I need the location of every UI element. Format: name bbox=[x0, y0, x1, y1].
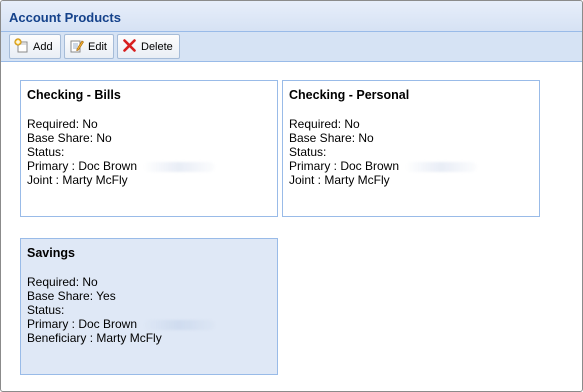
card-primary: Primary : Doc Brown bbox=[289, 159, 533, 173]
card-status: Status: bbox=[289, 145, 327, 159]
card-title: Savings bbox=[27, 246, 75, 260]
card-primary-text: Primary : Doc Brown bbox=[289, 159, 400, 173]
card-base-share: Base Share: No bbox=[289, 131, 374, 145]
edit-icon bbox=[69, 38, 88, 56]
card-base-share: Base Share: No bbox=[27, 131, 112, 145]
card-status: Status: bbox=[27, 145, 65, 159]
redacted-blur bbox=[143, 319, 216, 330]
delete-icon bbox=[122, 38, 141, 56]
redacted-blur bbox=[143, 161, 216, 172]
add-button-label: Add bbox=[33, 40, 53, 53]
product-card-savings[interactable]: Savings Required: No Base Share: Yes Sta… bbox=[20, 238, 278, 375]
card-beneficiary: Beneficiary : Marty McFly bbox=[27, 331, 162, 345]
card-primary: Primary : Doc Brown bbox=[27, 159, 271, 173]
toolbar: Add Edit Delete bbox=[1, 32, 582, 62]
panel-header: Account Products bbox=[1, 1, 582, 32]
card-title: Checking - Bills bbox=[27, 88, 121, 102]
delete-button[interactable]: Delete bbox=[117, 34, 180, 59]
edit-button-label: Edit bbox=[88, 40, 107, 53]
edit-button[interactable]: Edit bbox=[64, 34, 114, 59]
card-status: Status: bbox=[27, 303, 65, 317]
add-icon bbox=[14, 37, 33, 56]
card-primary: Primary : Doc Brown bbox=[27, 317, 271, 331]
account-products-panel: Account Products Add Edit Delete Checkin… bbox=[0, 0, 583, 392]
card-required: Required: No bbox=[289, 117, 360, 131]
card-required: Required: No bbox=[27, 275, 98, 289]
card-title: Checking - Personal bbox=[289, 88, 410, 102]
card-primary-text: Primary : Doc Brown bbox=[27, 317, 138, 331]
add-button[interactable]: Add bbox=[9, 34, 61, 59]
card-base-share: Base Share: Yes bbox=[27, 289, 116, 303]
card-joint: Joint : Marty McFly bbox=[27, 173, 128, 187]
redacted-blur bbox=[405, 161, 478, 172]
card-required: Required: No bbox=[27, 117, 98, 131]
product-card-checking-personal[interactable]: Checking - Personal Required: No Base Sh… bbox=[282, 80, 540, 217]
card-primary-text: Primary : Doc Brown bbox=[27, 159, 138, 173]
panel-title: Account Products bbox=[9, 10, 121, 25]
card-joint: Joint : Marty McFly bbox=[289, 173, 390, 187]
delete-button-label: Delete bbox=[141, 40, 173, 53]
product-card-checking-bills[interactable]: Checking - Bills Required: No Base Share… bbox=[20, 80, 278, 217]
